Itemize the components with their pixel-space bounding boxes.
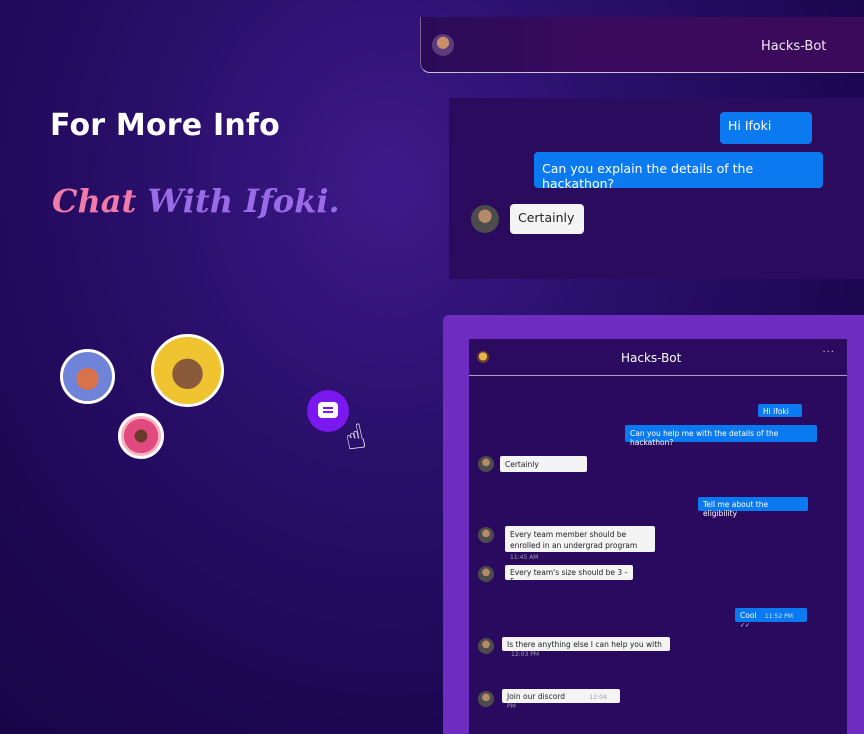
message-time: 11:45 AM xyxy=(510,554,539,561)
user-message: Can you explain the details of the hacka… xyxy=(534,152,823,191)
chat-with-tagline: Chat With Ifoki. xyxy=(52,182,340,220)
user-message: Tell me about the eligibility xyxy=(698,497,808,518)
top-chat-title: Hacks-Bot xyxy=(761,39,827,54)
tagline-part-2: With Ifoki. xyxy=(147,182,340,220)
bot-message-text: Every team member should be enrolled in … xyxy=(510,530,638,550)
bot-message: Is there anything else I can help you wi… xyxy=(502,637,670,658)
user-message: Can you help me with the details of the … xyxy=(625,425,817,447)
bot-avatar xyxy=(477,351,489,363)
bot-message: Certainly xyxy=(500,456,587,472)
message-time: 12:03 PM xyxy=(511,651,539,658)
bot-message: Certainly xyxy=(510,204,584,234)
user-message: Cool 11:52 PM ✓✓ xyxy=(735,608,807,629)
chat-widget: Hacks-Bot ··· Hi ifoki Can you help me w… xyxy=(469,339,847,734)
user-message-text: Cool xyxy=(740,611,757,620)
page-title: For More Info xyxy=(50,108,280,143)
chat-widget-title: Hacks-Bot xyxy=(621,351,682,365)
bot-message: Every team member should be enrolled in … xyxy=(505,526,655,561)
avatar xyxy=(60,349,115,404)
bot-avatar xyxy=(478,456,494,472)
user-message: Hi Ifoki xyxy=(720,112,812,144)
chat-bubble-icon xyxy=(318,402,338,418)
bot-avatar xyxy=(478,566,494,582)
avatar xyxy=(118,413,164,459)
bot-message-text: Is there anything else I can help you wi… xyxy=(507,640,662,649)
bot-message: Every team's size should be 3 - 5 xyxy=(505,565,633,586)
top-chat-header: Hacks-Bot xyxy=(420,17,864,73)
tagline-part-1: Chat xyxy=(52,182,137,220)
top-chat-body: Hi Ifoki Can you explain the details of … xyxy=(449,98,864,279)
bot-avatar xyxy=(432,34,454,56)
bot-message-text: Join our discord xyxy=(507,692,566,701)
bot-avatar xyxy=(478,691,494,707)
chat-widget-header: Hacks-Bot ··· xyxy=(469,339,847,376)
bot-avatar xyxy=(478,527,494,543)
bot-message: Join our discord 12:04 PM xyxy=(502,689,620,710)
bot-avatar xyxy=(471,205,499,233)
avatar xyxy=(151,334,224,407)
more-options-icon[interactable]: ··· xyxy=(822,347,835,358)
hand-pointer-icon: ☝ xyxy=(341,416,370,460)
bot-avatar xyxy=(478,638,494,654)
user-message: Hi ifoki xyxy=(758,404,802,417)
